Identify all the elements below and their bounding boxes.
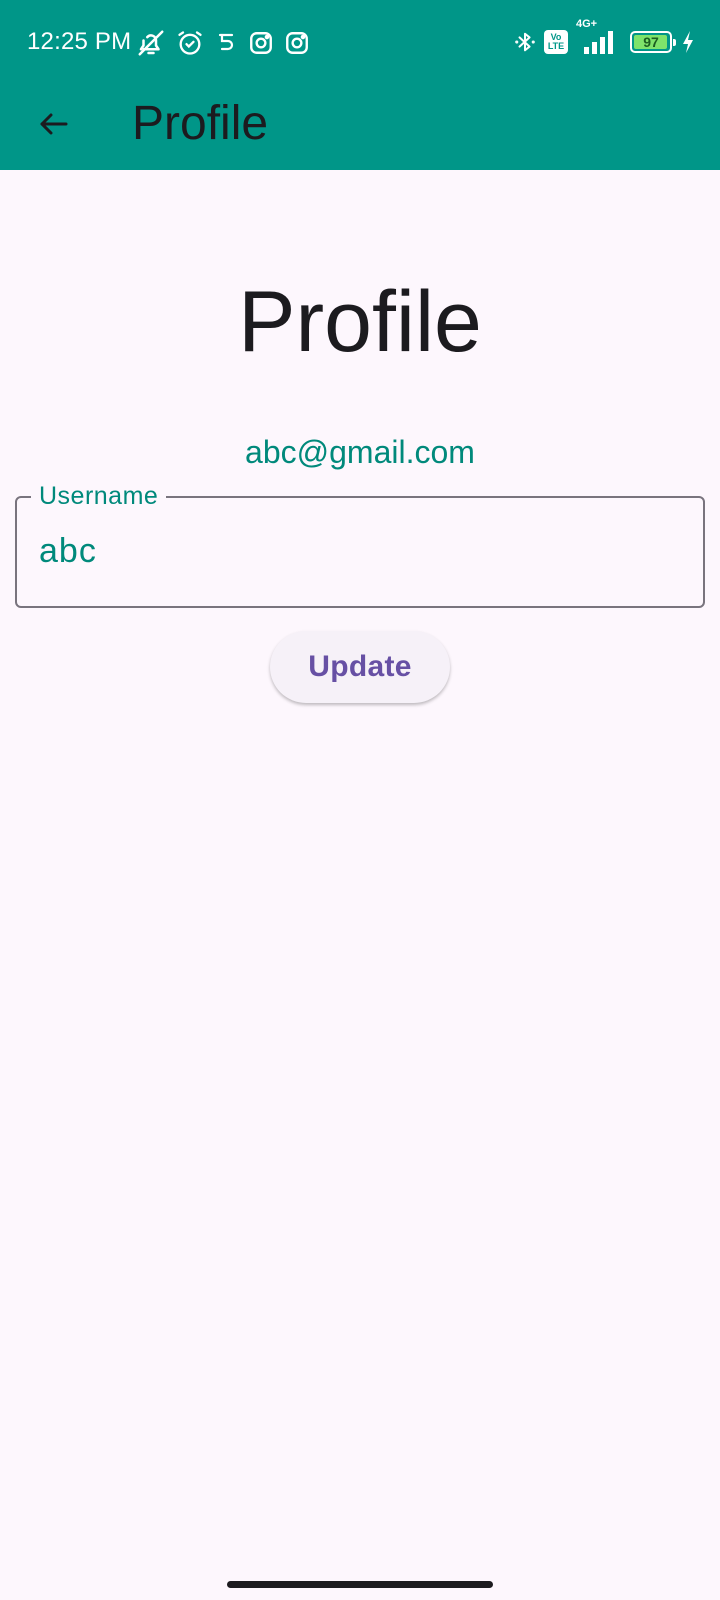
update-button[interactable]: Update: [270, 631, 450, 703]
status-time: 12:25 PM: [27, 28, 132, 55]
charging-icon: [680, 30, 696, 54]
user-email: abc@gmail.com: [245, 434, 475, 470]
page-title: Profile: [238, 274, 482, 370]
status-system-icons: Vo LTE 4G+ 97: [514, 18, 696, 56]
instagram-icon: [284, 30, 310, 56]
back-button[interactable]: [26, 98, 82, 154]
network-type: 4G+: [576, 18, 598, 30]
signal-icon: 4G+: [576, 18, 622, 54]
arrow-left-icon: [36, 106, 72, 147]
instagram-icon: [248, 30, 274, 56]
top-bar: 12:25 PM Vo LTE 4G+ 97 Profile: [0, 0, 720, 170]
username-label: Username: [31, 481, 167, 511]
home-indicator[interactable]: [227, 1581, 493, 1588]
battery-level: 97: [643, 34, 659, 50]
app-bar: Profile: [0, 86, 720, 170]
username-input[interactable]: [39, 528, 679, 574]
battery-icon: 97: [630, 31, 676, 53]
volte-icon: Vo LTE: [544, 30, 568, 54]
status-bar: 12:25 PM Vo LTE 4G+ 97: [0, 0, 720, 86]
app-bar-title: Profile: [132, 97, 269, 150]
status-notification-icons: [136, 28, 310, 58]
bluetooth-icon: [514, 28, 536, 56]
username-field: Username: [15, 481, 705, 608]
app-notification-icon: [214, 30, 238, 56]
notifications-off-icon: [136, 28, 166, 58]
alarm-icon: [176, 29, 204, 57]
